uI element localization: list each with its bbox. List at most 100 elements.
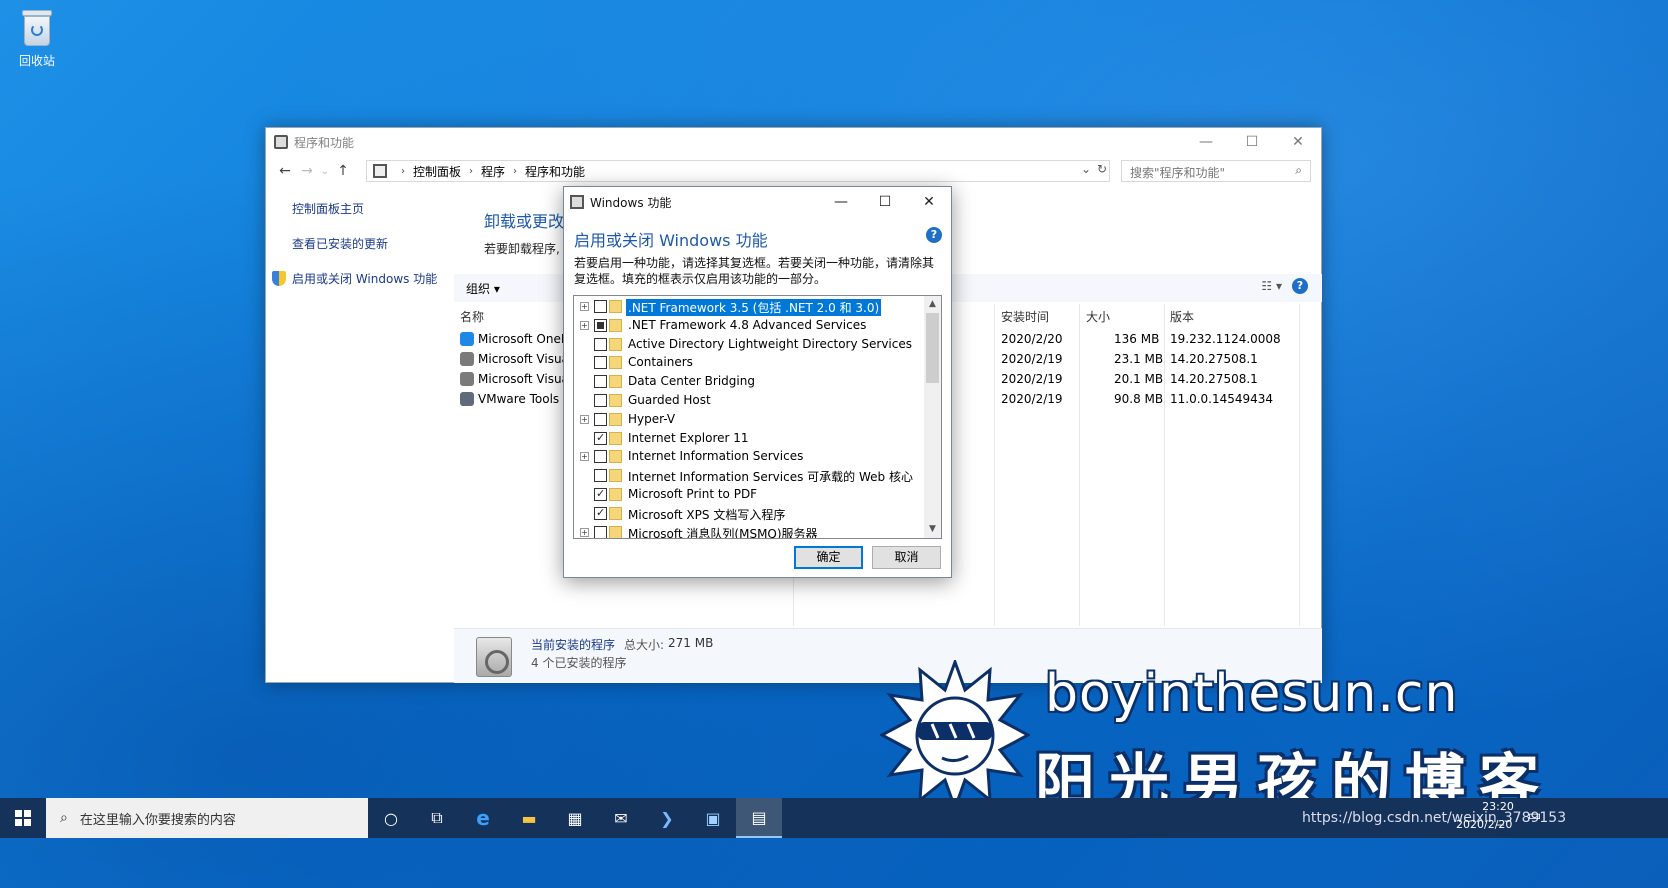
breadcrumb-control-panel[interactable]: 控制面板 xyxy=(413,163,461,180)
feature-checkbox[interactable] xyxy=(594,318,607,332)
watermark-domain: boyinthesun.cn xyxy=(1045,664,1459,724)
folder-icon xyxy=(609,356,622,370)
scroll-up-icon[interactable]: ▲ xyxy=(924,296,941,313)
feature-checkbox[interactable] xyxy=(594,300,607,313)
dialog-maximize-button[interactable]: ☐ xyxy=(863,194,907,210)
programs-features-taskbar-icon[interactable]: ▤ xyxy=(736,798,782,838)
breadcrumb-separator-icon: › xyxy=(513,165,518,177)
clock-time[interactable]: 23:20 xyxy=(1468,800,1528,813)
cancel-button[interactable]: 取消 xyxy=(872,546,941,569)
taskbar-search-box[interactable]: ⌕ 在这里输入你要搜索的内容 xyxy=(46,798,368,838)
column-header-version[interactable]: 版本 xyxy=(1170,308,1194,325)
expand-plus-icon[interactable]: + xyxy=(580,527,589,537)
breadcrumb-separator-icon: › xyxy=(401,165,405,177)
clock-date[interactable]: 2020/2/20 xyxy=(1456,818,1512,831)
program-installed-on: 2020/2/19 xyxy=(1001,392,1063,406)
feature-checkbox[interactable] xyxy=(594,487,607,501)
feature-checkbox[interactable] xyxy=(594,412,607,426)
feature-item[interactable]: + .NET Framework 3.5 (包括 .NET 2.0 和 3.0) xyxy=(574,298,926,317)
feature-item[interactable]: Guarded Host xyxy=(574,392,926,411)
mail-icon[interactable]: ✉ xyxy=(598,798,644,838)
feature-item[interactable]: Internet Information Services 可承载的 Web 核… xyxy=(574,467,926,486)
taskbar-search-placeholder: 在这里输入你要搜索的内容 xyxy=(79,812,236,828)
dialog-help-icon[interactable]: ? xyxy=(926,227,942,243)
feature-item[interactable]: Active Directory Lightweight Directory S… xyxy=(574,336,926,355)
dialog-minimize-button[interactable]: — xyxy=(819,194,863,210)
breadcrumb-programs[interactable]: 程序 xyxy=(481,163,505,180)
address-bar[interactable]: › 控制面板 › 程序 › 程序和功能 ⌄ ↻ xyxy=(366,160,1110,182)
scroll-thumb[interactable] xyxy=(926,313,939,383)
program-version: 14.20.27508.1 xyxy=(1170,352,1258,366)
folder-icon xyxy=(609,525,622,538)
task-view-icon[interactable]: ⧉ xyxy=(414,798,460,838)
up-arrow-icon[interactable]: ↑ xyxy=(332,163,354,179)
recent-chevron-down-icon[interactable]: ⌄ xyxy=(318,166,332,177)
feature-checkbox[interactable] xyxy=(594,375,607,389)
feature-label: Containers xyxy=(628,355,693,370)
refresh-icon[interactable]: ↻ xyxy=(1097,162,1107,176)
address-dropdown-icon[interactable]: ⌄ xyxy=(1081,162,1091,176)
feature-label: Data Center Bridging xyxy=(628,374,755,389)
system-tray: https://blog.csdn.net/weixin_3789153 23:… xyxy=(1300,798,1668,838)
feature-label: Microsoft Print to PDF xyxy=(628,487,758,501)
feature-item[interactable]: + Internet Information Services xyxy=(574,448,926,467)
location-icon xyxy=(373,164,387,178)
help-icon[interactable]: ? xyxy=(1292,278,1308,294)
scroll-down-icon[interactable]: ▼ xyxy=(924,521,941,538)
feature-label: Internet Explorer 11 xyxy=(628,430,749,445)
feature-item[interactable]: Microsoft XPS 文档写入程序 xyxy=(574,505,926,524)
folder-icon xyxy=(609,488,622,501)
feature-checkbox[interactable] xyxy=(594,394,607,407)
feature-checkbox[interactable] xyxy=(594,525,607,538)
breadcrumb-programs-features[interactable]: 程序和功能 xyxy=(525,163,585,180)
dialog-titlebar[interactable]: Windows 功能 — ☐ ✕ xyxy=(564,187,951,217)
nav-link-control-panel-home[interactable]: 控制面板主页 xyxy=(292,200,437,217)
close-button[interactable]: ✕ xyxy=(1275,128,1321,156)
feature-checkbox[interactable] xyxy=(594,450,607,464)
feature-checkbox[interactable] xyxy=(594,469,607,483)
column-header-size[interactable]: 大小 xyxy=(1086,308,1110,325)
feature-item[interactable]: Containers xyxy=(574,354,926,373)
edge-browser-icon[interactable]: e xyxy=(460,798,506,838)
feature-checkbox[interactable] xyxy=(594,356,607,370)
dialog-close-button[interactable]: ✕ xyxy=(907,194,951,210)
expand-plus-icon[interactable]: + xyxy=(580,452,589,462)
view-options-icon[interactable]: ☷ ▾ xyxy=(1261,279,1282,293)
expand-plus-icon[interactable]: + xyxy=(580,320,589,330)
notification-icon[interactable]: ▭ xyxy=(1528,808,1541,824)
store-icon[interactable]: ▦ xyxy=(552,798,598,838)
ok-button[interactable]: 确定 xyxy=(794,546,863,569)
search-input[interactable]: 搜索"程序和功能" ⌕ xyxy=(1121,160,1311,182)
file-explorer-icon[interactable]: ▬ xyxy=(506,798,552,838)
feature-checkbox[interactable] xyxy=(594,431,607,445)
minimize-button[interactable]: — xyxy=(1183,128,1229,156)
nav-link-view-updates[interactable]: 查看已安装的更新 xyxy=(292,235,437,252)
features-scrollbar[interactable]: ▲ ▼ xyxy=(924,296,941,538)
organize-button[interactable]: 组织 ▾ xyxy=(466,280,500,297)
start-button[interactable] xyxy=(0,798,46,838)
column-header-name[interactable]: 名称 xyxy=(460,308,484,325)
feature-item[interactable]: + Hyper-V xyxy=(574,411,926,430)
recycle-bin-desktop-icon[interactable]: 回收站 xyxy=(12,8,62,69)
feature-checkbox[interactable] xyxy=(594,337,607,351)
feature-item[interactable]: Data Center Bridging xyxy=(574,373,926,392)
column-header-installed-on[interactable]: 安装时间 xyxy=(1001,308,1049,325)
feature-item[interactable]: + .NET Framework 4.8 Advanced Services xyxy=(574,317,926,336)
feature-item[interactable]: + Microsoft 消息队列(MSMQ)服务器 xyxy=(574,524,926,538)
feature-label: .NET Framework 3.5 (包括 .NET 2.0 和 3.0) xyxy=(626,299,882,316)
maximize-button[interactable]: ☐ xyxy=(1229,128,1275,156)
feature-item[interactable]: Internet Explorer 11 xyxy=(574,430,926,449)
window-titlebar[interactable]: 程序和功能 — ☐ ✕ xyxy=(266,128,1321,156)
feature-item[interactable]: Microsoft Print to PDF xyxy=(574,486,926,505)
expand-plus-icon[interactable]: + xyxy=(580,414,589,424)
forward-arrow-icon[interactable]: → xyxy=(296,163,318,179)
nav-link-windows-features[interactable]: 启用或关闭 Windows 功能 xyxy=(272,270,437,287)
cortana-icon[interactable]: ○ xyxy=(368,798,414,838)
control-panel-icon xyxy=(274,135,288,149)
program-version: 19.232.1124.0008 xyxy=(1170,332,1281,346)
back-arrow-icon[interactable]: ← xyxy=(274,163,296,179)
remote-desktop-icon[interactable]: ▣ xyxy=(690,798,736,838)
powershell-icon[interactable]: ❯ xyxy=(644,798,690,838)
feature-checkbox[interactable] xyxy=(594,506,607,520)
expand-plus-icon[interactable]: + xyxy=(580,302,589,311)
